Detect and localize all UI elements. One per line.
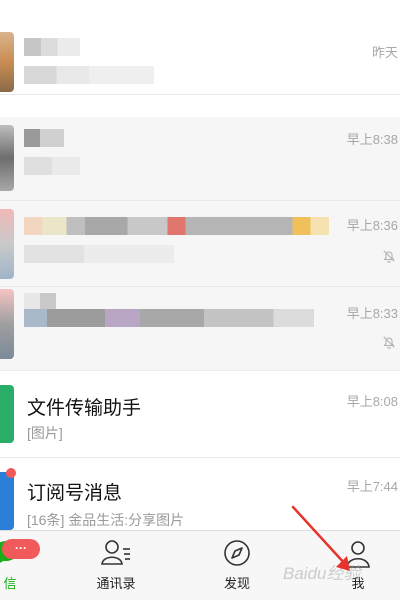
subscriptions-avatar bbox=[0, 472, 14, 530]
unread-dot bbox=[6, 468, 16, 478]
blurred-preview bbox=[24, 309, 314, 327]
blurred-preview bbox=[24, 157, 80, 175]
chat-preview: [图片] bbox=[27, 425, 63, 441]
bottom-tab-bar: ··· 信 通讯录 发现 我 Baidu经验 bbox=[0, 530, 400, 600]
blurred-preview bbox=[24, 66, 154, 84]
blurred-name bbox=[24, 129, 64, 147]
tab-label: 发现 bbox=[223, 576, 250, 591]
avatar bbox=[0, 289, 14, 359]
chat-row-file-transfer[interactable]: 文件传输助手 [图片] 早上8:08 bbox=[0, 371, 400, 458]
chat-row[interactable]: 昨天 bbox=[0, 0, 400, 95]
chat-time: 早上8:36 bbox=[346, 218, 398, 233]
tab-discover[interactable]: 发现 bbox=[207, 531, 267, 600]
chat-time: 昨天 bbox=[371, 45, 398, 60]
chat-time: 早上8:38 bbox=[346, 132, 398, 147]
mute-bell-icon bbox=[383, 336, 395, 349]
chat-title: 订阅号消息 bbox=[27, 483, 123, 504]
chat-row[interactable]: 早上8:36 bbox=[0, 201, 400, 287]
chat-list: 昨天 早上8:38 早上8:36 早上8:33 文件传输助手 [图片] 早上8:… bbox=[0, 0, 400, 530]
avatar bbox=[0, 209, 14, 279]
tab-contacts[interactable]: 通讯录 bbox=[86, 531, 146, 600]
file-transfer-avatar bbox=[0, 385, 14, 443]
blurred-name bbox=[24, 38, 80, 56]
contacts-icon bbox=[101, 540, 130, 565]
chat-row[interactable]: 早上8:33 bbox=[0, 287, 400, 371]
chat-title: 文件传输助手 bbox=[27, 398, 142, 419]
blurred-preview bbox=[24, 245, 174, 263]
chat-time: 早上7:44 bbox=[346, 479, 398, 494]
tab-label: 信 bbox=[3, 576, 17, 591]
unread-badge: ··· bbox=[2, 539, 40, 559]
chat-time: 早上8:33 bbox=[346, 306, 398, 321]
tab-chats[interactable]: ··· 信 bbox=[0, 531, 40, 600]
chat-preview: [16条] 金品生活:分享图片 bbox=[27, 512, 185, 528]
avatar bbox=[0, 32, 14, 92]
chat-row[interactable]: 早上8:38 bbox=[0, 117, 400, 201]
mute-bell-icon bbox=[383, 250, 395, 263]
avatar bbox=[0, 125, 14, 191]
chat-row-subscriptions[interactable]: 订阅号消息 [16条] 金品生活:分享图片 早上7:44 bbox=[0, 458, 400, 530]
compass-icon bbox=[224, 540, 250, 566]
chat-time: 早上8:08 bbox=[346, 394, 398, 409]
tab-label: 通讯录 bbox=[96, 576, 136, 591]
blurred-name bbox=[24, 217, 329, 235]
watermark: Baidu经验 bbox=[283, 564, 361, 583]
